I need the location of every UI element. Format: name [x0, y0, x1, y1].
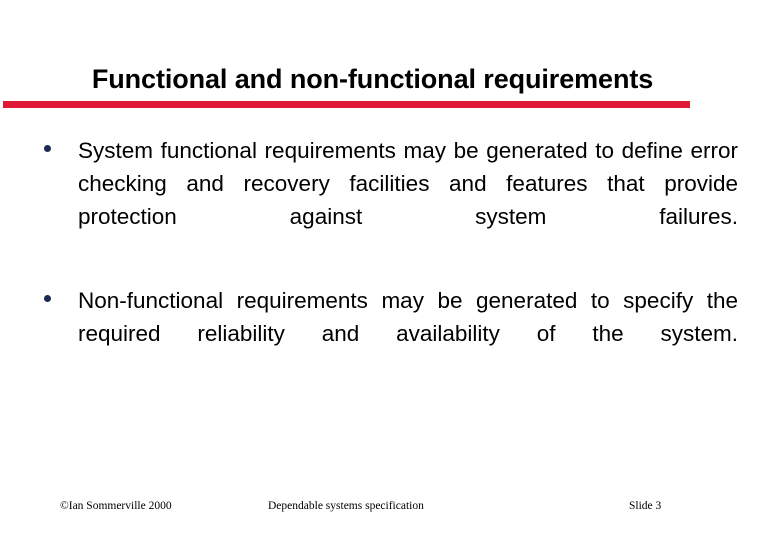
footer-slide-number: Slide 3 [629, 500, 662, 512]
presentation-slide: Functional and non-functional requiremen… [0, 0, 780, 540]
list-item: System functional requirements may be ge… [0, 134, 780, 266]
footer-topic: Dependable systems specification [268, 500, 424, 512]
slide-body: System functional requirements may be ge… [0, 134, 780, 383]
title-underline-rule [3, 101, 690, 108]
list-item: Non-functional requirements may be gener… [0, 284, 780, 383]
footer-copyright: ©Ian Sommerville 2000 [60, 500, 172, 512]
slide-title-block: Functional and non-functional requiremen… [0, 62, 780, 112]
bullet-dot-icon [44, 295, 51, 302]
list-item-text: Non-functional requirements may be gener… [78, 288, 738, 346]
list-item-text: System functional requirements may be ge… [78, 138, 738, 229]
bullet-dot-icon [44, 145, 51, 152]
page-title: Functional and non-functional requiremen… [91, 64, 654, 94]
slide-footer: ©Ian Sommerville 2000 Dependable systems… [0, 500, 780, 540]
